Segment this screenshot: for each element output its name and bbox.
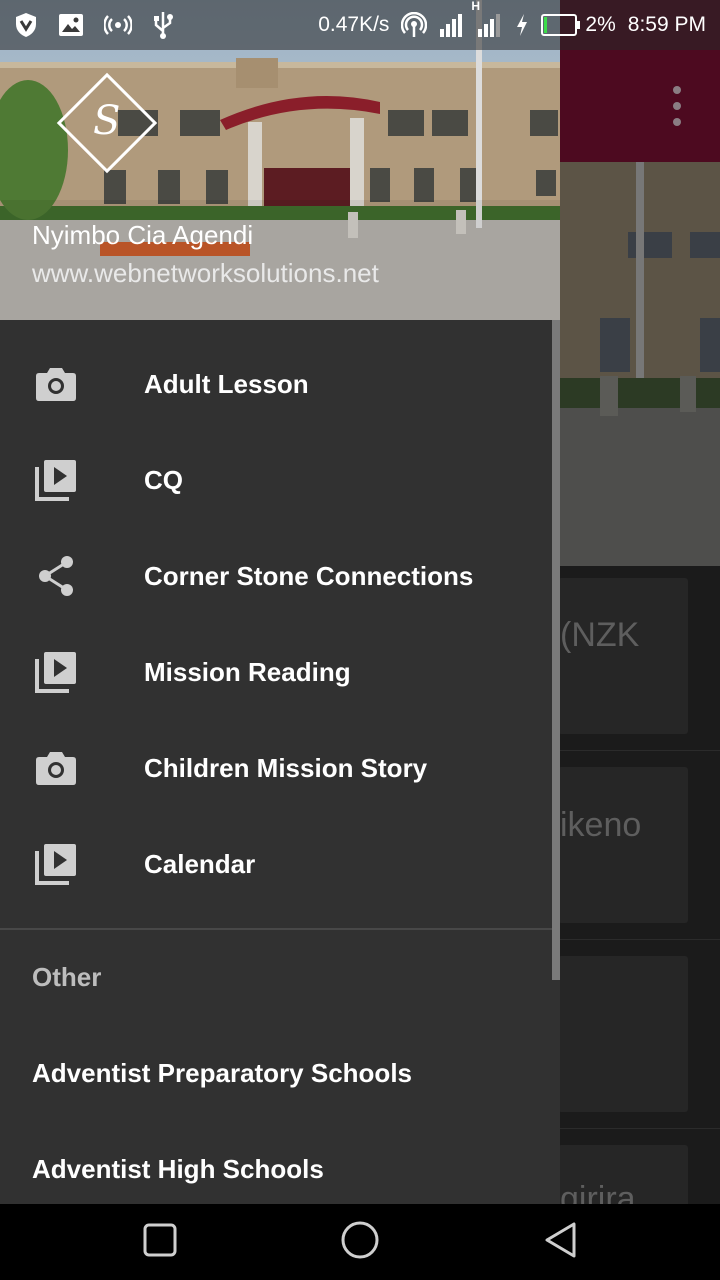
recents-icon <box>143 1223 177 1262</box>
navigation-drawer: S Nyimbo Cia Agendi www.webnetworksoluti… <box>0 0 560 1204</box>
charging-icon <box>515 13 529 37</box>
home-button[interactable] <box>338 1220 382 1264</box>
back-icon <box>543 1221 577 1264</box>
network-speed: 0.47K/s <box>318 13 390 36</box>
list-separator <box>558 1128 720 1129</box>
shield-icon <box>14 12 38 38</box>
website-url[interactable]: www.webnetworksolutions.net <box>32 258 379 289</box>
camera-icon <box>34 363 78 405</box>
battery-icon <box>541 14 581 36</box>
drawer-menu: Adult Lesson CQ Corner Stone Connections… <box>0 336 552 912</box>
menu-item-label: Mission Reading <box>144 656 351 687</box>
drawer-scrollbar[interactable] <box>552 320 560 980</box>
hotspot-icon <box>104 14 132 36</box>
menu-item-calendar[interactable]: Calendar <box>0 816 552 912</box>
menu-item-label: Adult Lesson <box>144 368 309 399</box>
home-icon <box>340 1220 380 1265</box>
battery-percent: 2% <box>585 13 616 36</box>
recents-button[interactable] <box>138 1220 182 1264</box>
share-icon <box>34 555 78 597</box>
video-library-icon <box>34 459 78 501</box>
menu-item-label: Calendar <box>144 848 256 879</box>
menu-item-children-mission-story[interactable]: Children Mission Story <box>0 720 552 816</box>
menu-item-adventist-high-schools[interactable]: Adventist High Schools <box>32 1154 324 1185</box>
back-button[interactable] <box>538 1220 582 1264</box>
menu-item-cq[interactable]: CQ <box>0 432 552 528</box>
image-icon <box>58 13 84 37</box>
section-title-other: Other <box>32 962 102 992</box>
status-bar: 0.47K/s H 2% 8:59 PM <box>0 0 720 50</box>
overflow-menu-icon[interactable] <box>660 86 694 126</box>
antenna-icon <box>401 12 428 38</box>
menu-item-mission-reading[interactable]: Mission Reading <box>0 624 552 720</box>
video-library-icon <box>34 843 78 885</box>
list-card[interactable] <box>558 956 688 1112</box>
video-library-icon <box>34 651 78 693</box>
clock: 8:59 PM <box>627 13 706 36</box>
signal-h-icon: H <box>471 0 503 37</box>
usb-icon <box>152 11 174 39</box>
list-card[interactable] <box>558 767 688 923</box>
list-card-text: girira <box>560 1180 636 1204</box>
list-card-text: (NZK <box>560 616 640 654</box>
list-separator <box>558 750 720 751</box>
menu-item-label: Corner Stone Connections <box>144 560 474 591</box>
logo-letter: S <box>93 98 121 144</box>
camera-icon <box>34 747 78 789</box>
list-card[interactable] <box>558 578 688 734</box>
signal-icon <box>439 13 465 37</box>
menu-item-adult-lesson[interactable]: Adult Lesson <box>0 336 552 432</box>
menu-divider <box>0 928 552 930</box>
network-type: H <box>471 0 481 13</box>
list-separator <box>558 939 720 940</box>
menu-item-adventist-preparatory-schools[interactable]: Adventist Preparatory Schools <box>32 1058 412 1089</box>
app-name: Nyimbo Cia Agendi <box>32 220 254 250</box>
list-card-text: ikeno <box>560 806 642 844</box>
menu-item-label: CQ <box>144 464 183 495</box>
menu-item-corner-stone-connections[interactable]: Corner Stone Connections <box>0 528 552 624</box>
system-nav-bar <box>0 1204 720 1280</box>
menu-item-label: Children Mission Story <box>144 752 428 783</box>
